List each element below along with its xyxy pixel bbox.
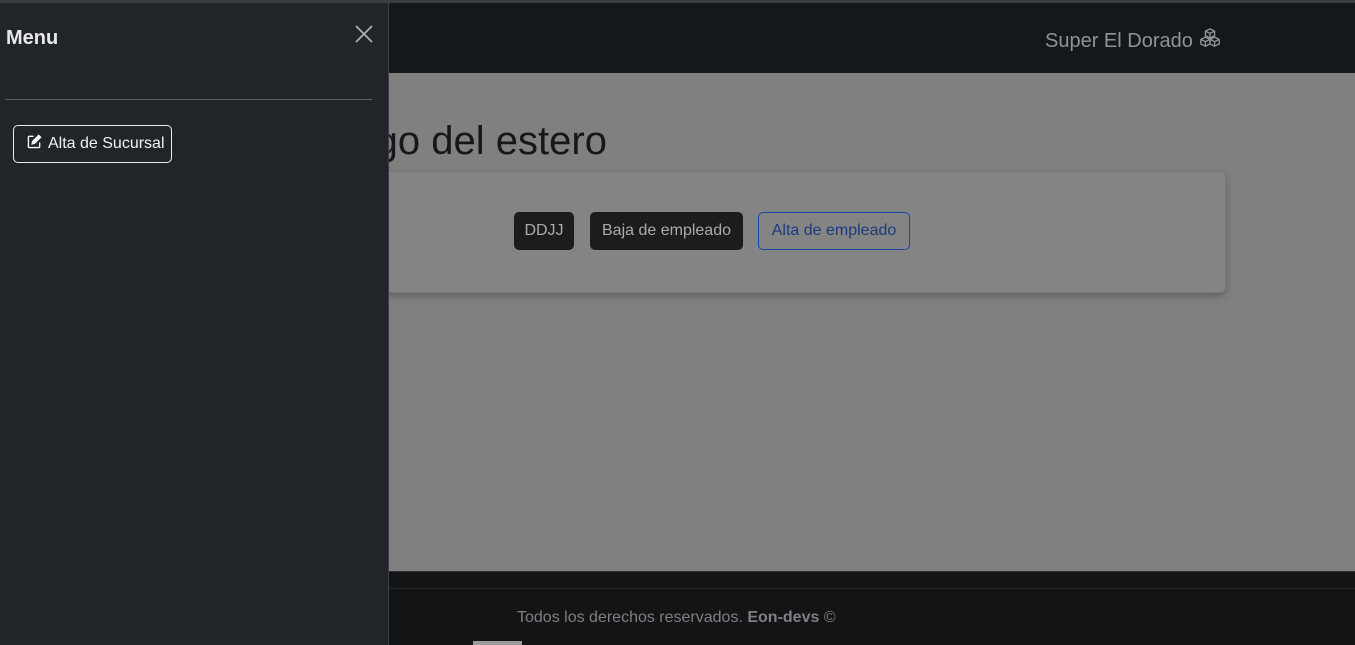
ddjj-button[interactable]: DDJJ (514, 212, 574, 250)
alta-sucursal-button[interactable]: Alta de Sucursal (13, 125, 172, 163)
page: Super El Dorado Sindicato sgo del estero… (0, 0, 1355, 645)
boxes-icon (1199, 27, 1221, 55)
brand-link[interactable]: Super El Dorado (1045, 27, 1221, 55)
offcanvas-menu: Menu Alta de Sucursal (0, 3, 389, 645)
offcanvas-title: Menu (6, 27, 59, 49)
footer-rights: Todos los derechos reservados. (517, 609, 743, 626)
brand-text: Super El Dorado (1045, 29, 1193, 52)
close-button[interactable] (351, 23, 377, 49)
alta-empleado-button[interactable]: Alta de empleado (758, 212, 910, 250)
scrollbar-fragment (473, 641, 522, 645)
footer-text: Todos los derechos reservados. Eon-devs … (517, 609, 836, 627)
menu-item-label: Alta de Sucursal (48, 135, 165, 152)
baja-empleado-button[interactable]: Baja de empleado (590, 212, 743, 250)
footer-brand: Eon-devs (747, 609, 820, 626)
edit-icon (27, 134, 42, 154)
actions-card: DDJJ Baja de empleado Alta de empleado (300, 171, 1226, 293)
close-icon (354, 24, 374, 49)
offcanvas-divider (5, 99, 372, 100)
copyright-symbol: © (823, 609, 836, 626)
